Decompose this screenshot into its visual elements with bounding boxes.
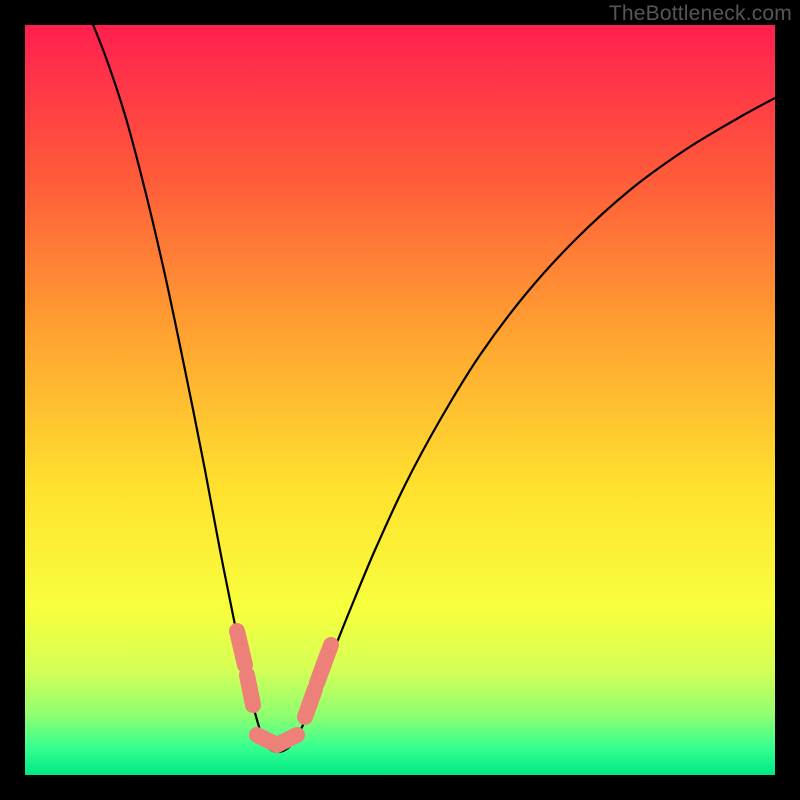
- plot-area: [25, 25, 775, 775]
- trough-marker: [247, 675, 253, 705]
- curve-layer: [25, 25, 775, 775]
- trough-marker: [237, 631, 245, 665]
- bottleneck-curve: [85, 25, 775, 752]
- chart-frame: TheBottleneck.com: [0, 0, 800, 800]
- trough-marker: [325, 645, 331, 661]
- watermark-text: TheBottleneck.com: [609, 2, 792, 26]
- trough-markers: [237, 631, 331, 745]
- trough-marker: [277, 735, 297, 745]
- trough-marker: [305, 689, 315, 717]
